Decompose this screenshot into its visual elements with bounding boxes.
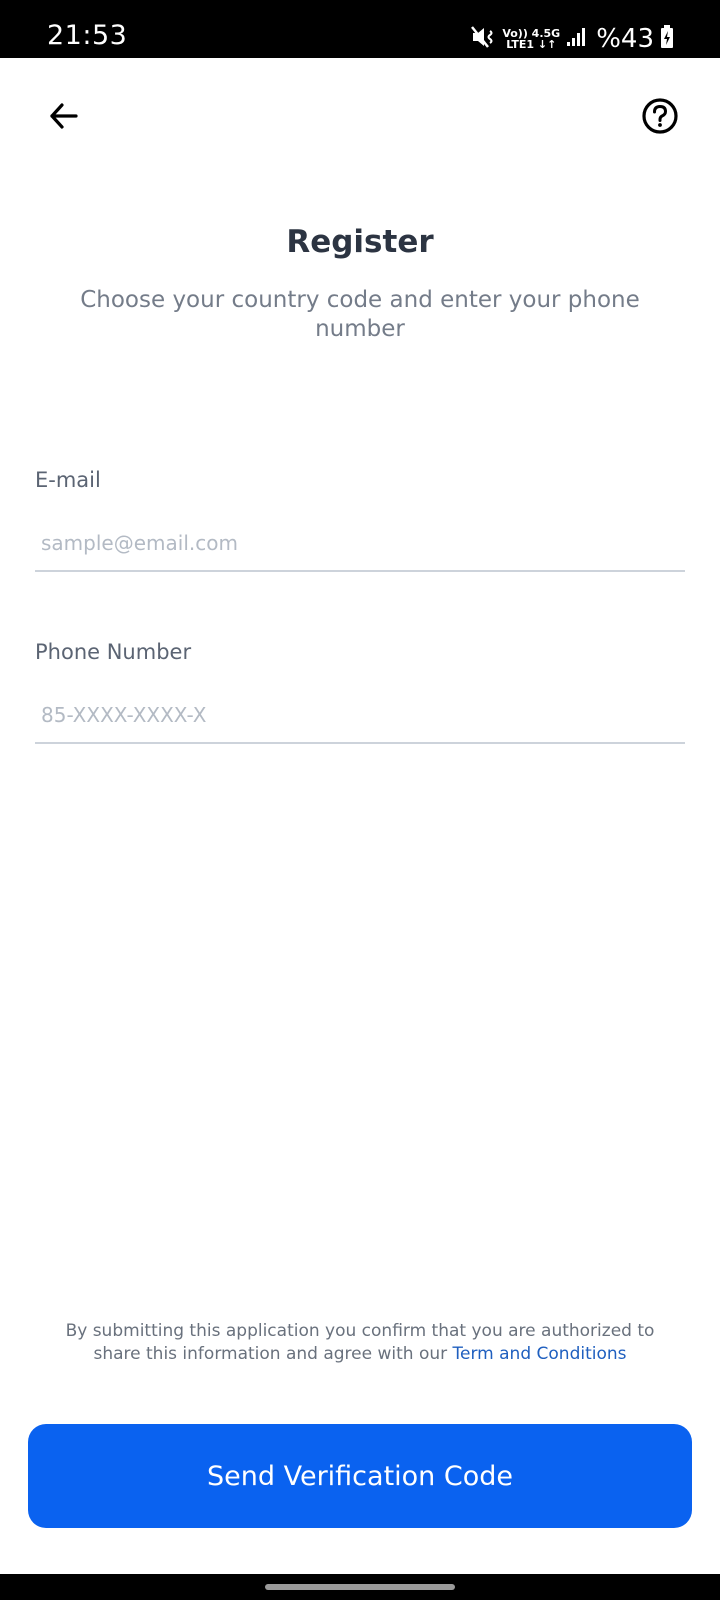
battery-percent: %43	[596, 24, 654, 54]
top-app-bar	[0, 58, 720, 178]
back-button[interactable]	[40, 92, 88, 140]
register-screen: Register Choose your country code and en…	[0, 58, 720, 1574]
network-indicator: Vo)) 4.5G LTE1 ↓↑	[502, 28, 560, 50]
mute-vibrate-icon	[470, 25, 496, 53]
home-indicator[interactable]	[265, 1584, 455, 1590]
email-field-group: E-mail	[35, 468, 685, 572]
arrow-left-icon	[50, 103, 78, 129]
phone-field-group: Phone Number	[35, 640, 685, 744]
send-verification-code-button[interactable]: Send Verification Code	[28, 1424, 692, 1528]
status-icons: Vo)) 4.5G LTE1 ↓↑ %43	[470, 22, 674, 56]
help-button[interactable]	[636, 92, 684, 140]
email-label: E-mail	[35, 468, 101, 492]
disclaimer-text: By submitting this application you confi…	[40, 1320, 680, 1366]
page-subtitle: Choose your country code and enter your …	[80, 287, 640, 342]
signal-icon	[566, 27, 586, 51]
network-bottom-label: LTE1 ↓↑	[506, 38, 557, 51]
question-circle-icon	[642, 98, 678, 134]
terms-link[interactable]: Term and Conditions	[453, 1344, 627, 1364]
battery-charging-icon	[660, 25, 674, 53]
email-input[interactable]	[35, 516, 685, 572]
status-time: 21:53	[47, 20, 128, 51]
status-bar: 21:53 Vo)) 4.5G LTE1 ↓↑ %43	[0, 0, 720, 58]
system-nav-bar	[0, 1574, 720, 1600]
phone-input[interactable]	[35, 688, 685, 744]
page-title: Register	[286, 224, 434, 260]
phone-label: Phone Number	[35, 640, 192, 664]
